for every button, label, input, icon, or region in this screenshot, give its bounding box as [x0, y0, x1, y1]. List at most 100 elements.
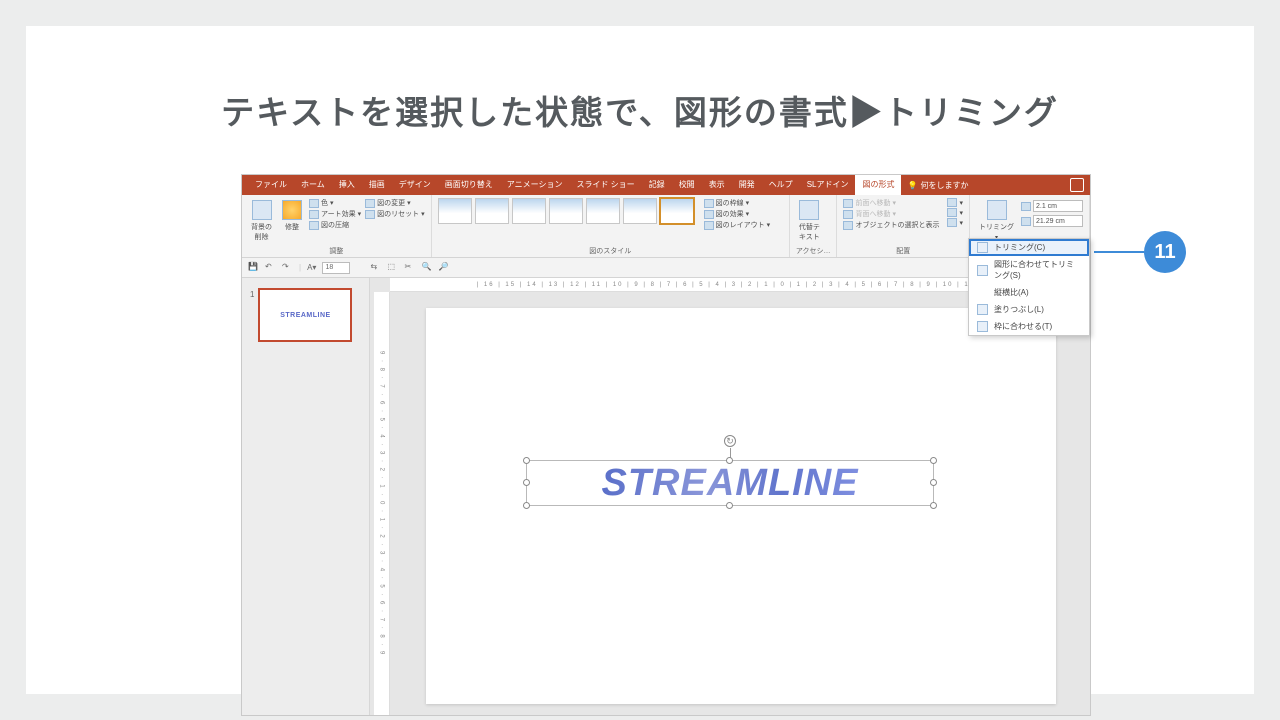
group-arrange: 前面へ移動 ▾ 背面へ移動 ▾ オブジェクトの選択と表示 ▾ ▾ ▾ 配置	[837, 195, 970, 257]
picture-layout-button[interactable]: 図のレイアウト ▾	[704, 220, 771, 230]
group-label-arrange: 配置	[843, 245, 963, 256]
thumb-number: 1	[250, 290, 254, 299]
qat-icon[interactable]: ⇆	[370, 262, 381, 273]
menu-crop[interactable]: トリミング(C)	[969, 239, 1089, 256]
tab-file[interactable]: ファイル	[248, 175, 294, 195]
resize-handle[interactable]	[726, 457, 733, 464]
slide-thumbnail-1[interactable]: STREAMLINE	[258, 288, 352, 342]
tab-animations[interactable]: アニメーション	[500, 175, 570, 195]
backward-icon	[843, 210, 853, 219]
redo-icon[interactable]: ↷	[282, 262, 293, 273]
height-row: 2.1 cm	[1021, 200, 1083, 212]
align-button[interactable]: ▾	[947, 198, 963, 207]
headline: テキストを選択した状態で、図形の書式▶トリミング	[26, 86, 1254, 134]
qat-icon[interactable]: 🔎	[438, 262, 449, 273]
wordart-text: STREAMLINE	[602, 462, 859, 505]
selected-picture[interactable]: ↻ STREAMLINE	[526, 460, 934, 506]
quick-access-toolbar: 💾 ↶ ↷ | A▾ 18 ⇆ ⬚ ✂ 🔍 🔎	[242, 258, 1090, 278]
corrections-button[interactable]: 修整	[279, 198, 305, 234]
change-icon	[365, 199, 375, 208]
picture-effects-button[interactable]: 図の効果 ▾	[704, 209, 771, 219]
bring-forward-button[interactable]: 前面へ移動 ▾	[843, 198, 939, 208]
slide[interactable]: ↻ STREAMLINE	[426, 308, 1056, 704]
group-accessibility: 代替テ キスト アクセシ…	[790, 195, 838, 257]
artistic-effects-button[interactable]: アート効果 ▾	[309, 209, 361, 219]
style-thumb[interactable]	[475, 198, 509, 224]
menu-fill[interactable]: 塗りつぶし(L)	[969, 301, 1089, 318]
selection-pane-button[interactable]: オブジェクトの選択と表示	[843, 220, 939, 230]
rotate-button[interactable]: ▾	[947, 218, 963, 227]
style-thumb[interactable]	[549, 198, 583, 224]
tab-view[interactable]: 表示	[702, 175, 732, 195]
adjust-small-buttons: 色 ▾ アート効果 ▾ 図の圧縮	[309, 198, 361, 230]
slide-thumbnail-pane[interactable]: 1 STREAMLINE	[242, 278, 370, 715]
send-backward-button[interactable]: 背面へ移動 ▾	[843, 209, 939, 219]
group-label-adjust: 調整	[248, 245, 425, 256]
compress-button[interactable]: 図の圧縮	[309, 220, 361, 230]
rotate-icon	[947, 218, 957, 227]
tab-picture-format[interactable]: 図の形式	[855, 175, 901, 195]
tab-transitions[interactable]: 画面切り替え	[438, 175, 500, 195]
fill-icon	[977, 304, 988, 315]
resize-handle[interactable]	[930, 479, 937, 486]
lightbulb-icon: 💡	[907, 181, 917, 190]
tell-me[interactable]: 💡何をしますか	[907, 180, 968, 191]
rotate-handle[interactable]: ↻	[724, 435, 736, 447]
alt-text-icon	[799, 200, 819, 220]
layout-icon	[704, 221, 714, 230]
resize-handle[interactable]	[930, 502, 937, 509]
group-button[interactable]: ▾	[947, 208, 963, 217]
resize-handle[interactable]	[930, 457, 937, 464]
resize-handle[interactable]	[726, 502, 733, 509]
menu-fit[interactable]: 枠に合わせる(T)	[969, 318, 1089, 335]
resize-handle[interactable]	[523, 457, 530, 464]
qat-icon[interactable]: ✂	[404, 262, 415, 273]
qat-icon[interactable]: ⬚	[387, 262, 398, 273]
change-picture-button[interactable]: 図の変更 ▾	[365, 198, 425, 208]
font-size-input[interactable]: 18	[322, 262, 350, 274]
adjust-small-buttons-2: 図の変更 ▾ 図のリセット ▾	[365, 198, 425, 219]
group-adjust: 背景の 削除 修整 色 ▾ アート効果 ▾ 図の圧縮 図の変更 ▾ 図のリセット…	[242, 195, 432, 257]
tab-record[interactable]: 記録	[642, 175, 672, 195]
tab-slideshow[interactable]: スライド ショー	[569, 175, 641, 195]
undo-icon[interactable]: ↶	[265, 262, 276, 273]
tab-developer[interactable]: 開発	[732, 175, 762, 195]
style-options: 図の枠線 ▾ 図の効果 ▾ 図のレイアウト ▾	[704, 198, 771, 230]
qat-icon[interactable]: 🔍	[421, 262, 432, 273]
font-color-icon[interactable]: A▾	[307, 263, 316, 272]
canvas[interactable]: ↻ STREAMLINE	[394, 296, 1072, 711]
tab-insert[interactable]: 挿入	[332, 175, 362, 195]
remove-background-button[interactable]: 背景の 削除	[248, 198, 275, 244]
comments-icon[interactable]	[1070, 178, 1084, 192]
width-input[interactable]: 21.29 cm	[1033, 215, 1083, 227]
style-thumb-selected[interactable]	[660, 198, 694, 224]
group-picture-styles: 図の枠線 ▾ 図の効果 ▾ 図のレイアウト ▾ 図のスタイル	[432, 195, 790, 257]
menu-crop-to-shape[interactable]: 図形に合わせてトリミング(S)	[969, 256, 1089, 284]
menu-aspect-ratio[interactable]: 縦横比(A)	[969, 284, 1089, 301]
resize-handle[interactable]	[523, 502, 530, 509]
style-thumb[interactable]	[623, 198, 657, 224]
arrange-extra: ▾ ▾ ▾	[947, 198, 963, 227]
crop-button[interactable]: トリミング▾	[976, 198, 1017, 243]
group-label-access: アクセシ…	[796, 245, 831, 256]
color-button[interactable]: 色 ▾	[309, 198, 361, 208]
height-input[interactable]: 2.1 cm	[1033, 200, 1083, 212]
style-thumb[interactable]	[438, 198, 472, 224]
tab-help[interactable]: ヘルプ	[762, 175, 800, 195]
alt-text-button[interactable]: 代替テ キスト	[796, 198, 823, 244]
color-icon	[309, 199, 319, 208]
tab-home[interactable]: ホーム	[294, 175, 332, 195]
resize-handle[interactable]	[523, 479, 530, 486]
remove-bg-icon	[252, 200, 272, 220]
tab-draw[interactable]: 描画	[362, 175, 392, 195]
reset-picture-button[interactable]: 図のリセット ▾	[365, 209, 425, 219]
style-gallery[interactable]	[438, 198, 694, 224]
picture-border-button[interactable]: 図の枠線 ▾	[704, 198, 771, 208]
style-thumb[interactable]	[586, 198, 620, 224]
style-thumb[interactable]	[512, 198, 546, 224]
tab-review[interactable]: 校閲	[672, 175, 702, 195]
tab-sladdin[interactable]: SLアドイン	[800, 175, 856, 195]
save-icon[interactable]: 💾	[248, 262, 259, 273]
tab-design[interactable]: デザイン	[392, 175, 438, 195]
width-row: 21.29 cm	[1021, 215, 1083, 227]
